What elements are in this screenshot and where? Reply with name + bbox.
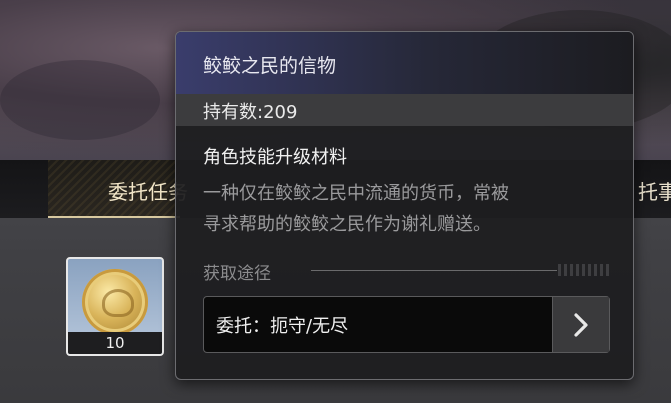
item-description: 一种仅在鲛鲛之民中流通的货币，常被 寻求帮助的鲛鲛之民作为谢礼赠送。 xyxy=(203,178,623,240)
owned-count-bar: 持有数:209 xyxy=(176,94,633,126)
item-category: 角色技能升级材料 xyxy=(203,147,347,168)
source-section-label: 获取途径 xyxy=(203,264,271,284)
item-title: 鲛鲛之民的信物 xyxy=(203,55,337,77)
owned-count: 持有数:209 xyxy=(203,102,298,123)
coin-icon xyxy=(82,269,148,335)
item-card[interactable]: 10 xyxy=(66,257,164,356)
source-button[interactable]: 委托：扼守/无尽 xyxy=(203,296,610,353)
source-divider xyxy=(311,270,557,271)
tab-other-label[interactable]: 托事 xyxy=(638,176,671,205)
description-line-1: 一种仅在鲛鲛之民中流通的货币，常被 xyxy=(203,183,509,204)
source-go-button[interactable] xyxy=(552,297,609,352)
tooltip-header: 鲛鲛之民的信物 xyxy=(176,32,633,94)
description-line-2: 寻求帮助的鲛鲛之民作为谢礼赠送。 xyxy=(203,214,491,235)
chevron-right-icon xyxy=(574,313,588,337)
divider-decoration xyxy=(558,264,610,276)
item-tooltip: 鲛鲛之民的信物 持有数:209 角色技能升级材料 一种仅在鲛鲛之民中流通的货币，… xyxy=(175,31,634,380)
item-count: 10 xyxy=(68,332,162,354)
source-button-label: 委托：扼守/无尽 xyxy=(216,316,349,337)
